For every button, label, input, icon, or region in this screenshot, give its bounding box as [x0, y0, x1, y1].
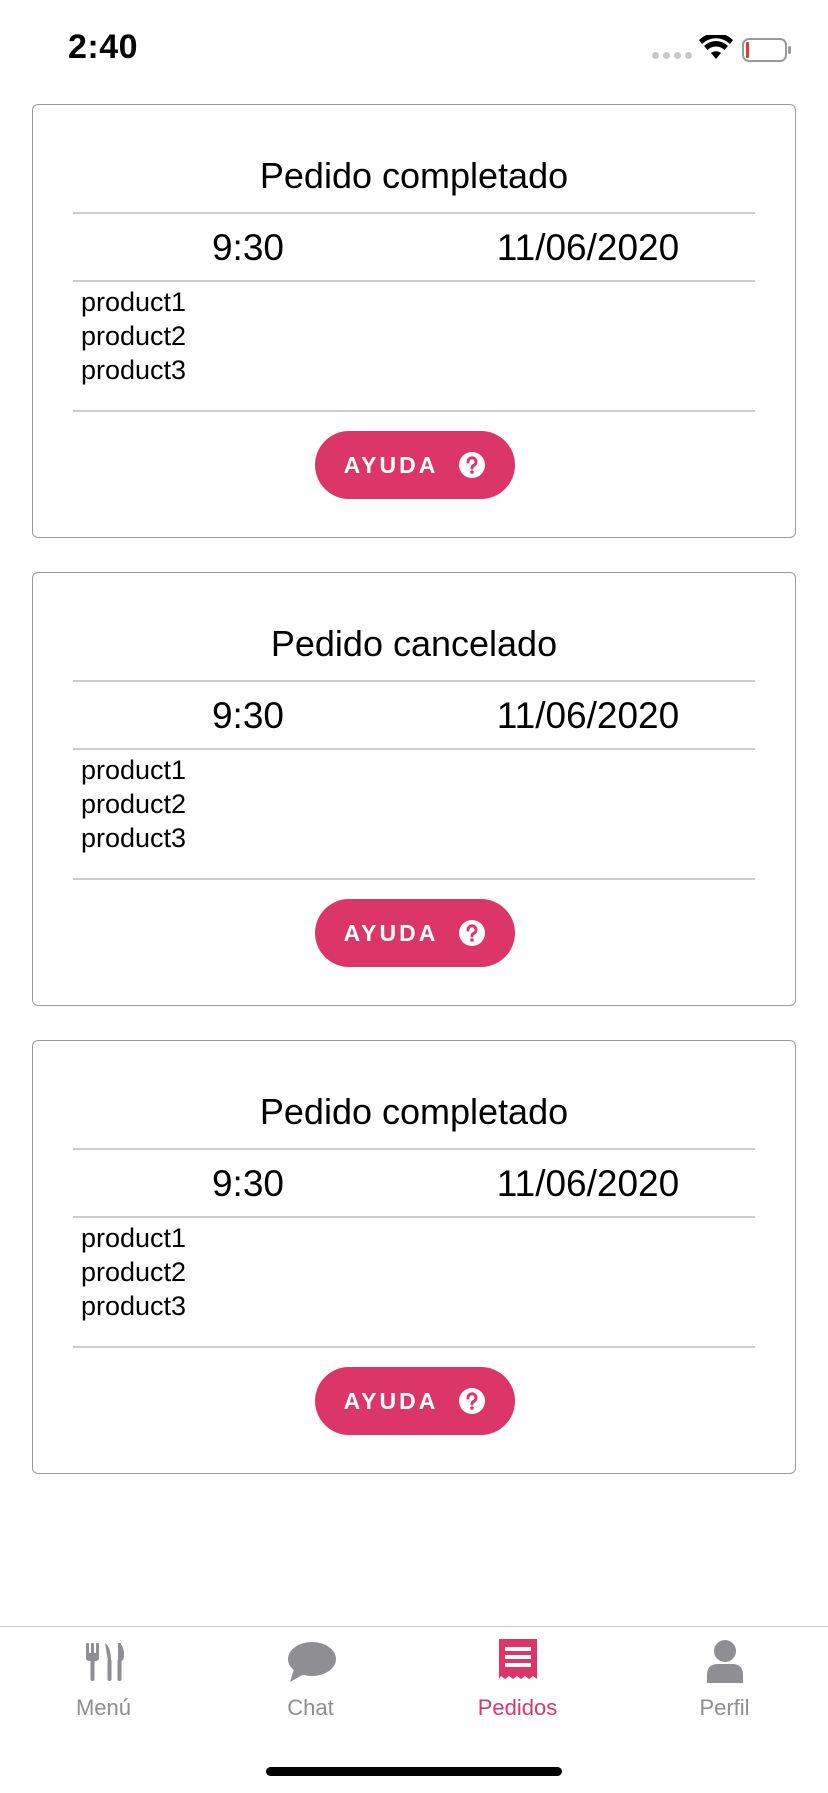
- status-time: 2:40: [68, 28, 139, 66]
- tab-perfil[interactable]: Perfil: [621, 1627, 828, 1727]
- tab-label: Menú: [75, 1695, 132, 1720]
- order-date: 11/06/2020: [496, 1163, 680, 1204]
- help-button[interactable]: AYUDA: [315, 899, 515, 967]
- product-item: product1: [81, 755, 187, 785]
- product-item: product2: [81, 789, 187, 819]
- divider: [73, 748, 755, 750]
- help-button-label: AYUDA: [343, 919, 439, 946]
- help-button-label: AYUDA: [343, 1387, 439, 1414]
- receipt-icon: [498, 1639, 537, 1679]
- product-item: product2: [81, 321, 187, 351]
- divider: [73, 878, 755, 880]
- order-card: Pedido completado 9:30 11/06/2020 produc…: [32, 104, 796, 538]
- tab-chat[interactable]: Chat: [207, 1627, 414, 1727]
- order-time: 9:30: [211, 227, 284, 268]
- order-time: 9:30: [211, 695, 284, 736]
- help-button[interactable]: AYUDA: [315, 431, 515, 499]
- fork-knife-icon: [85, 1643, 124, 1681]
- product-list: product1 product2 product3: [81, 285, 186, 387]
- product-list: product1 product2 product3: [81, 1221, 186, 1323]
- product-list: product1 product2 product3: [81, 753, 186, 855]
- tab-label: Pedidos: [477, 1695, 558, 1720]
- order-card: Pedido completado 9:30 11/06/2020 produc…: [32, 1040, 796, 1474]
- divider: [73, 1216, 755, 1218]
- divider: [73, 280, 755, 282]
- question-circle-icon: [459, 920, 486, 946]
- order-date: 11/06/2020: [496, 227, 680, 268]
- product-item: product2: [81, 1257, 187, 1287]
- order-date: 11/06/2020: [496, 695, 680, 736]
- order-status-title: Pedido completado: [259, 155, 569, 196]
- cellular-signal-icon: [652, 52, 692, 59]
- person-icon: [706, 1640, 743, 1683]
- home-indicator: [266, 1767, 562, 1776]
- status-bar: 2:40: [0, 0, 828, 100]
- product-item: product1: [81, 1223, 187, 1253]
- tab-label: Perfil: [699, 1695, 750, 1720]
- question-circle-icon: [459, 452, 486, 478]
- divider: [73, 680, 755, 682]
- help-button-label: AYUDA: [343, 451, 439, 478]
- question-circle-icon: [459, 1388, 486, 1414]
- order-time: 9:30: [211, 1163, 284, 1204]
- chat-bubble-icon: [287, 1642, 336, 1682]
- divider: [73, 1346, 755, 1348]
- product-item: product1: [81, 287, 187, 317]
- order-status-title: Pedido cancelado: [270, 623, 558, 664]
- wifi-icon: [699, 35, 733, 59]
- battery-icon: [742, 38, 791, 62]
- divider: [73, 212, 755, 214]
- product-item: product3: [81, 355, 187, 385]
- help-button[interactable]: AYUDA: [315, 1367, 515, 1435]
- product-item: product3: [81, 1291, 187, 1321]
- product-item: product3: [81, 823, 187, 853]
- divider: [73, 410, 755, 412]
- tab-label: Chat: [287, 1695, 334, 1720]
- tab-pedidos[interactable]: Pedidos: [414, 1627, 621, 1727]
- divider: [73, 1148, 755, 1150]
- order-status-title: Pedido completado: [259, 1091, 569, 1132]
- order-card: Pedido cancelado 9:30 11/06/2020 product…: [32, 572, 796, 1006]
- tab-menu[interactable]: Menú: [0, 1627, 207, 1727]
